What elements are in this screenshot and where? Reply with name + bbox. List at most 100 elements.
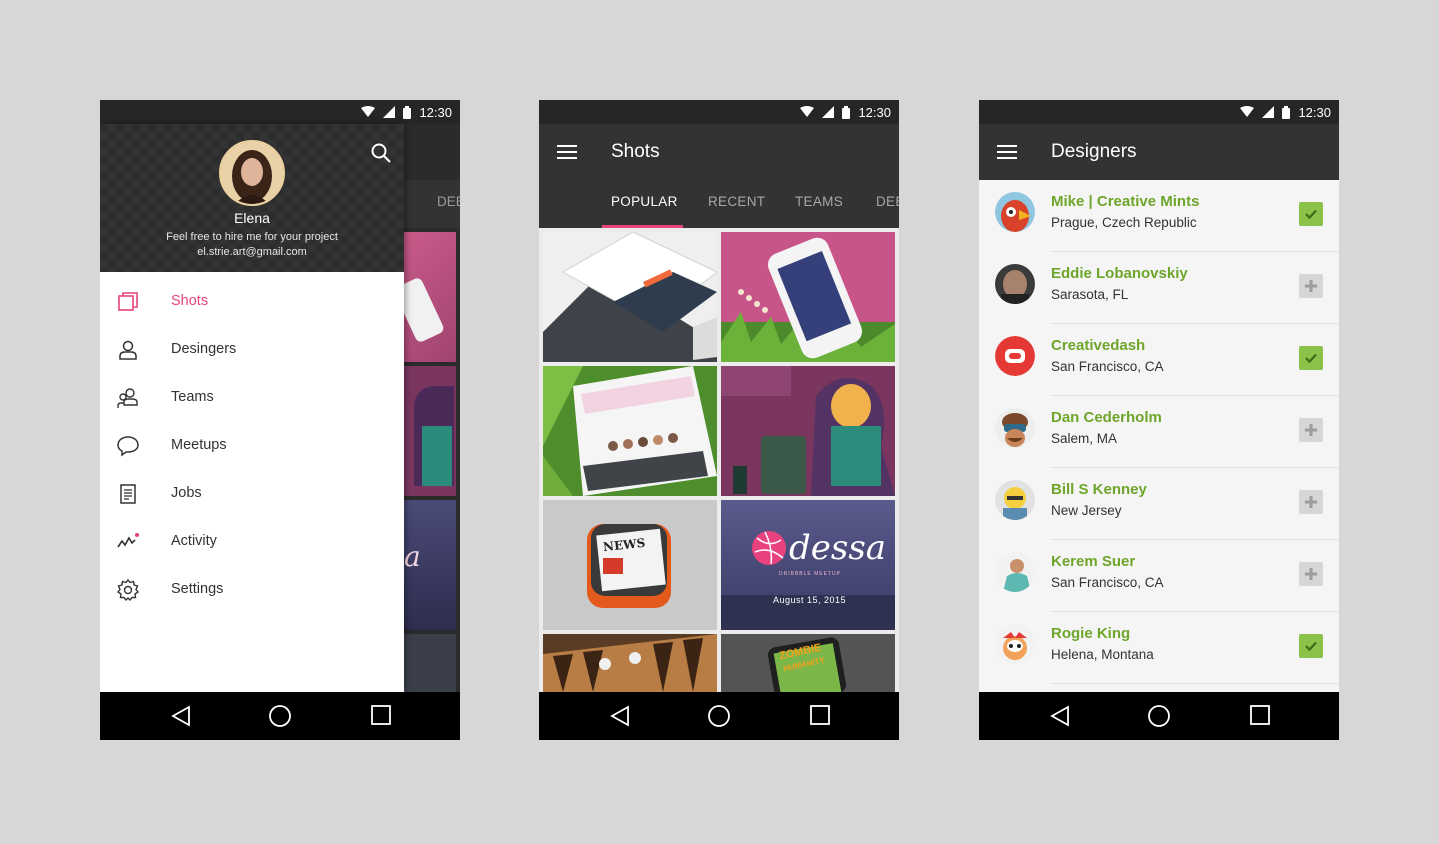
wifi-icon: [800, 106, 815, 117]
document-icon: [120, 484, 136, 504]
plus-icon: [1305, 280, 1317, 292]
back-icon[interactable]: [609, 704, 633, 728]
battery-icon: [842, 105, 851, 119]
back-icon[interactable]: [1049, 704, 1073, 728]
designer-name: Mike | Creative Mints: [1051, 193, 1200, 210]
drawer-item-label: Meetups: [171, 437, 227, 453]
list-item[interactable]: Dan Cederholm Salem, MA: [979, 396, 1339, 468]
peek-tab-label: DEE: [437, 194, 460, 209]
list-item[interactable]: Kerem Suer San Francisco, CA: [979, 540, 1339, 612]
recents-icon[interactable]: [809, 704, 831, 726]
shot-thumbnail[interactable]: ZOMBIE HUMANITY: [721, 634, 895, 692]
shot-thumbnail[interactable]: dessa DRIBBBLE MEETUP August 15, 2015: [721, 500, 895, 630]
drawer-item-activity[interactable]: Activity: [100, 518, 404, 566]
wifi-icon: [361, 106, 376, 117]
drawer-item-shots[interactable]: Shots: [100, 278, 404, 326]
gear-icon: [116, 578, 140, 602]
person-icon: [119, 340, 137, 360]
avatar: [995, 336, 1035, 376]
shot-thumbnail[interactable]: [543, 366, 717, 496]
profile-tagline: Feel free to hire me for your project: [166, 231, 338, 243]
odessa-date: August 15, 2015: [773, 595, 847, 605]
search-icon[interactable]: [370, 142, 392, 164]
app-bar: Shots: [539, 124, 899, 180]
designer-location: San Francisco, CA: [1051, 359, 1164, 374]
shot-thumbnail[interactable]: [543, 634, 717, 692]
peek-thumb-4: [404, 634, 456, 692]
tab-teams[interactable]: TEAMS: [795, 194, 843, 209]
status-bar: 12:30: [979, 100, 1339, 124]
designer-location: Helena, Montana: [1051, 647, 1154, 662]
tab-designers[interactable]: DEE: [876, 194, 899, 209]
follow-toggle[interactable]: [1299, 490, 1323, 514]
follow-toggle[interactable]: [1299, 202, 1323, 226]
designer-location: Sarasota, FL: [1051, 287, 1129, 302]
status-bar: 12:30: [100, 100, 460, 124]
recents-icon[interactable]: [1249, 704, 1271, 726]
check-icon: [1305, 641, 1317, 652]
drawer-item-meetups[interactable]: Meetups: [100, 422, 404, 470]
hamburger-menu-icon[interactable]: [555, 140, 579, 164]
app-bar: Designers: [979, 124, 1339, 180]
designer-location: New Jersey: [1051, 503, 1122, 518]
plus-icon: [1305, 568, 1317, 580]
profile-email[interactable]: el.strie.art@gmail.com: [100, 246, 404, 258]
drawer-item-jobs[interactable]: Jobs: [100, 470, 404, 518]
follow-toggle[interactable]: [1299, 562, 1323, 586]
follow-toggle[interactable]: [1299, 634, 1323, 658]
designer-name: Dan Cederholm: [1051, 409, 1162, 426]
list-item[interactable]: Rogie King Helena, Montana: [979, 612, 1339, 684]
back-icon[interactable]: [170, 704, 194, 728]
navigation-drawer: Elena Feel free to hire me for your proj…: [100, 124, 404, 692]
peek-tabs: DEE: [404, 180, 460, 228]
system-nav-bar: [979, 692, 1339, 740]
plus-icon: [1305, 496, 1317, 508]
hamburger-menu-icon[interactable]: [995, 140, 1019, 164]
shot-thumbnail[interactable]: NEWS: [543, 500, 717, 630]
home-icon[interactable]: [268, 704, 292, 728]
designer-name: Rogie King: [1051, 625, 1131, 642]
list-item[interactable]: Mike | Creative Mints Prague, Czech Repu…: [979, 180, 1339, 252]
profile-avatar[interactable]: [219, 140, 285, 206]
shot-thumbnail[interactable]: [543, 232, 717, 362]
follow-toggle[interactable]: [1299, 274, 1323, 298]
drawer-item-label: Desingers: [171, 341, 237, 357]
follow-toggle[interactable]: [1299, 418, 1323, 442]
list-item[interactable]: Bill S Kenney New Jersey: [979, 468, 1339, 540]
drawer-item-label: Activity: [171, 533, 217, 549]
drawer-item-settings[interactable]: Settings: [100, 566, 404, 614]
shots-icon: [118, 292, 138, 311]
peek-thumb-3: a: [404, 500, 456, 630]
avatar: [995, 192, 1035, 232]
teams-icon: [117, 388, 138, 408]
list-item[interactable]: Eddie Lobanovskiy Sarasota, FL: [979, 252, 1339, 324]
avatar: [995, 264, 1035, 304]
peek-thumb-2: [404, 366, 456, 496]
shot-thumbnail[interactable]: [721, 232, 895, 362]
tab-bar: POPULAR RECENT TEAMS DEE: [539, 180, 899, 228]
list-item[interactable]: Creativedash San Francisco, CA: [979, 324, 1339, 396]
tab-recent[interactable]: RECENT: [708, 194, 765, 209]
wifi-icon: [1240, 106, 1255, 117]
odessa-title: dessa: [789, 528, 887, 568]
odessa-subtitle: DRIBBBLE MEETUP: [779, 571, 841, 577]
page-title: Designers: [1051, 141, 1137, 162]
tab-popular[interactable]: POPULAR: [611, 194, 678, 209]
signal-icon: [383, 106, 396, 118]
profile-name: Elena: [234, 210, 270, 226]
drawer-header: Elena Feel free to hire me for your proj…: [100, 124, 404, 272]
home-icon[interactable]: [1147, 704, 1171, 728]
designer-name: Bill S Kenney: [1051, 481, 1147, 498]
follow-toggle[interactable]: [1299, 346, 1323, 370]
designer-name: Eddie Lobanovskiy: [1051, 265, 1188, 282]
drawer-item-designers[interactable]: Desingers: [100, 326, 404, 374]
check-icon: [1305, 353, 1317, 364]
phone-shots-screen: 12:30 Shots POPULAR RECENT TEAMS DEE: [539, 100, 899, 740]
home-icon[interactable]: [707, 704, 731, 728]
drawer-item-teams[interactable]: Teams: [100, 374, 404, 422]
status-time: 12:30: [419, 104, 452, 120]
phone-designers-screen: 12:30 Designers Mike | Creative Mints Pr…: [979, 100, 1339, 740]
system-nav-bar: [100, 692, 460, 740]
recents-icon[interactable]: [370, 704, 392, 726]
shot-thumbnail[interactable]: [721, 366, 895, 496]
